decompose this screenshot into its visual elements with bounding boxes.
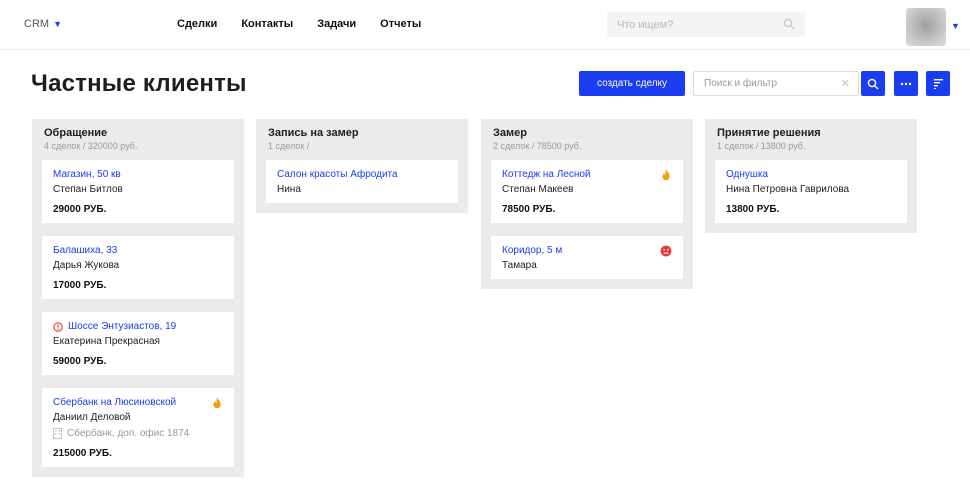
column-title: Принятие решения xyxy=(717,127,821,139)
deal-title: Сбербанк на Люсиновской xyxy=(53,397,177,408)
building-icon xyxy=(53,428,62,439)
more-options-button[interactable] xyxy=(894,71,918,96)
main-nav: Сделки Контакты Задачи Отчеты xyxy=(177,18,421,30)
deal-price: 59000 РУБ. xyxy=(53,356,107,367)
deal-title: Однушка xyxy=(726,169,769,180)
deal-card[interactable]: Балашиха, 33 Дарья Жукова 17000 РУБ. xyxy=(42,236,234,299)
deal-contact: Нина Петровна Гаврилова xyxy=(726,184,850,195)
fire-icon xyxy=(213,397,221,409)
deal-organization: Сбербанк, доп. офис 1874 xyxy=(53,428,223,439)
pipeline-column-appointment: Запись на замер 1 сделок / Салон красоты… xyxy=(256,119,468,213)
deal-price: 78500 РУБ. xyxy=(502,204,556,215)
deal-price: 13800 РУБ. xyxy=(726,204,780,215)
deal-title-link[interactable]: Балашиха, 33 xyxy=(53,245,223,256)
nav-item-tasks[interactable]: Задачи xyxy=(317,18,356,30)
column-summary: 2 сделок / 78500 руб. xyxy=(493,141,582,151)
deal-price: 17000 РУБ. xyxy=(53,280,107,291)
nav-item-deals[interactable]: Сделки xyxy=(177,18,217,30)
column-title: Замер xyxy=(493,127,527,139)
deal-title-link[interactable]: Однушка xyxy=(726,169,896,180)
sort-lines-icon xyxy=(933,79,943,89)
deal-title: Коттедж на Лесной xyxy=(502,169,591,180)
column-title: Запись на замер xyxy=(268,127,359,139)
deal-contact: Степан Битлов xyxy=(53,184,123,195)
nav-item-reports[interactable]: Отчеты xyxy=(380,18,421,30)
deal-contact: Тамара xyxy=(502,260,537,271)
column-title: Обращение xyxy=(44,127,108,139)
deal-card[interactable]: Однушка Нина Петровна Гаврилова 13800 РУ… xyxy=(715,160,907,223)
search-button[interactable] xyxy=(861,71,885,96)
filter-box: ✕ xyxy=(693,71,859,96)
deal-title: Шоссе Энтузиастов, 19 xyxy=(68,321,177,332)
sad-face-icon xyxy=(660,245,672,257)
deal-card[interactable]: Коридор, 5 м Тамара xyxy=(491,236,683,279)
deal-price: 29000 РУБ. xyxy=(53,204,107,215)
deal-card[interactable]: Шоссе Энтузиастов, 19 Екатерина Прекрасн… xyxy=(42,312,234,375)
more-dots-icon xyxy=(900,82,912,85)
deal-title-link[interactable]: Магазин, 50 кв xyxy=(53,169,223,180)
fire-icon xyxy=(662,169,670,181)
chevron-down-icon[interactable]: ▼ xyxy=(951,21,960,31)
clear-icon[interactable]: ✕ xyxy=(841,77,850,90)
global-search-input[interactable]: Что ищем? xyxy=(607,12,805,37)
search-icon xyxy=(867,78,879,89)
sort-button[interactable] xyxy=(926,71,950,96)
deal-title-link[interactable]: Коридор, 5 м xyxy=(502,245,672,256)
deal-card[interactable]: Сбербанк на Люсиновской Даниил Деловой С… xyxy=(42,388,234,467)
avatar[interactable] xyxy=(906,8,946,46)
deal-contact: Екатерина Прекрасная xyxy=(53,336,160,347)
deal-card[interactable]: Коттедж на Лесной Степан Макеев 78500 РУ… xyxy=(491,160,683,223)
deal-card[interactable]: Магазин, 50 кв Степан Битлов 29000 РУБ. xyxy=(42,160,234,223)
deal-contact: Нина xyxy=(277,184,301,195)
brand-label: CRM xyxy=(24,18,50,30)
deal-contact: Дарья Жукова xyxy=(53,260,120,271)
create-deal-button[interactable]: создать сделку xyxy=(579,71,685,96)
pipeline-column-inquiry: Обращение 4 сделок / 320000 руб. Магазин… xyxy=(32,119,244,477)
deal-card[interactable]: Салон красоты Афродита Нина xyxy=(266,160,458,203)
nav-item-contacts[interactable]: Контакты xyxy=(241,18,293,30)
pipeline-column-decision: Принятие решения 1 сделок / 13800 руб. О… xyxy=(705,119,917,233)
column-summary: 4 сделок / 320000 руб. xyxy=(44,141,138,151)
search-placeholder: Что ищем? xyxy=(617,19,674,31)
alert-circle-icon xyxy=(53,321,63,332)
deal-contact: Степан Макеев xyxy=(502,184,574,195)
search-icon xyxy=(783,18,795,30)
organization-name: Сбербанк, доп. офис 1874 xyxy=(67,428,190,439)
deal-title-link[interactable]: Сбербанк на Люсиновской xyxy=(53,397,223,408)
column-summary: 1 сделок / 13800 руб. xyxy=(717,141,806,151)
column-summary: 1 сделок / xyxy=(268,141,310,151)
deal-title: Салон красоты Афродита xyxy=(277,169,398,180)
chevron-down-icon: ▼ xyxy=(53,19,62,29)
brand-menu[interactable]: CRM ▼ xyxy=(24,18,62,30)
pipeline-column-measurement: Замер 2 сделок / 78500 руб. Коттедж на Л… xyxy=(481,119,693,289)
deal-price: 215000 РУБ. xyxy=(53,448,112,459)
deal-title: Магазин, 50 кв xyxy=(53,169,121,180)
search-filter-input[interactable] xyxy=(694,72,834,95)
deal-title: Коридор, 5 м xyxy=(502,245,563,256)
deal-title-link[interactable]: Шоссе Энтузиастов, 19 xyxy=(53,321,223,332)
deal-title: Балашиха, 33 xyxy=(53,245,118,256)
top-bar: CRM ▼ Сделки Контакты Задачи Отчеты Что и… xyxy=(0,0,970,50)
deal-title-link[interactable]: Салон красоты Афродита xyxy=(277,169,447,180)
deal-contact: Даниил Деловой xyxy=(53,412,131,423)
deal-title-link[interactable]: Коттедж на Лесной xyxy=(502,169,672,180)
page-title: Частные клиенты xyxy=(31,70,247,97)
